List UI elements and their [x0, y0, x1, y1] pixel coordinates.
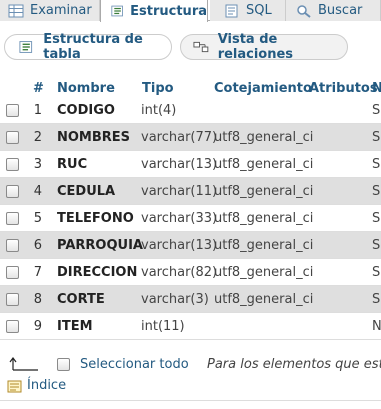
table-row[interactable]: 6 PARROQUIA varchar(13) utf8_general_ci …: [0, 232, 381, 259]
column-type: varchar(82): [141, 265, 218, 280]
tab-browse[interactable]: Examinar: [0, 0, 100, 21]
table-row[interactable]: 2 NOMBRES varchar(77) utf8_general_ci S: [0, 124, 381, 151]
column-null: S: [372, 184, 381, 199]
table-row[interactable]: 7 DIRECCION varchar(82) utf8_general_ci …: [0, 259, 381, 286]
row-number: 7: [33, 265, 42, 280]
tab-search-label: Buscar: [318, 3, 363, 18]
column-collation: utf8_general_ci: [214, 238, 314, 253]
column-collation: utf8_general_ci: [214, 292, 314, 307]
row-checkbox[interactable]: [6, 239, 19, 252]
column-type: varchar(13): [141, 238, 218, 253]
column-null: S: [372, 103, 381, 118]
column-name: CEDULA: [57, 184, 116, 199]
relations-icon: [193, 41, 209, 53]
row-checkbox[interactable]: [6, 104, 19, 117]
bulk-action-hint: Para los elementos que están: [207, 357, 381, 372]
row-checkbox[interactable]: [6, 293, 19, 306]
column-null: S: [372, 130, 381, 145]
index-icon: [7, 380, 22, 392]
column-type: varchar(77): [141, 130, 218, 145]
subtab-table-structure-label: Estructura de tabla: [43, 32, 143, 62]
column-collation: utf8_general_ci: [214, 184, 314, 199]
table-row[interactable]: 3 RUC varchar(13) utf8_general_ci S: [0, 151, 381, 178]
column-type: varchar(13): [141, 157, 218, 172]
tab-search[interactable]: Buscar: [286, 0, 381, 21]
column-name: RUC: [57, 157, 88, 172]
table-header-row: # Nombre Tipo Cotejamiento Atributos N: [0, 79, 381, 98]
column-name: CORTE: [57, 292, 105, 307]
column-type: int(4): [141, 103, 177, 118]
column-collation: utf8_general_ci: [214, 157, 314, 172]
index-button[interactable]: Índice: [7, 378, 66, 393]
row-checkbox[interactable]: [6, 212, 19, 225]
table-row[interactable]: 1 CODIGO int(4) S: [0, 97, 381, 124]
select-all-checkbox[interactable]: [57, 358, 70, 371]
column-header-number[interactable]: #: [33, 81, 44, 96]
table-row[interactable]: 4 CEDULA varchar(11) utf8_general_ci S: [0, 178, 381, 205]
column-header-attributes[interactable]: Atributos: [309, 81, 378, 96]
structure-icon: [19, 41, 33, 53]
column-type: int(11): [141, 319, 185, 334]
sql-icon: [225, 4, 238, 17]
tab-structure[interactable]: Estructura: [100, 0, 208, 22]
subtab-relation-view-label: Vista de relaciones: [217, 32, 294, 62]
row-checkbox[interactable]: [6, 158, 19, 171]
column-name: DIRECCION: [57, 265, 138, 280]
column-null: S: [372, 265, 381, 280]
subtab-relation-view[interactable]: Vista de relaciones: [180, 32, 348, 62]
column-type: varchar(33): [141, 211, 218, 226]
table-row[interactable]: 8 CORTE varchar(3) utf8_general_ci S: [0, 286, 381, 313]
table-row[interactable]: 5 TELEFONO varchar(33) utf8_general_ci S: [0, 205, 381, 232]
column-name: TELEFONO: [57, 211, 134, 226]
table-row[interactable]: 9 ITEM int(11) N: [0, 313, 381, 340]
tab-structure-label: Estructura: [130, 3, 207, 19]
row-checkbox[interactable]: [6, 320, 19, 333]
column-null: N: [372, 319, 381, 334]
row-number: 1: [33, 103, 42, 118]
divider: [0, 400, 381, 401]
main-tab-bar: Examinar Estructura SQL Buscar: [0, 0, 381, 22]
column-type: varchar(11): [141, 184, 218, 199]
row-number: 6: [33, 238, 42, 253]
column-name: ITEM: [57, 319, 93, 334]
select-all-label[interactable]: Seleccionar todo: [80, 357, 189, 372]
column-header-null[interactable]: N: [372, 81, 381, 96]
column-null: S: [372, 238, 381, 253]
tab-sql[interactable]: SQL: [210, 0, 286, 21]
row-checkbox[interactable]: [6, 185, 19, 198]
column-collation: utf8_general_ci: [214, 211, 314, 226]
column-null: S: [372, 211, 381, 226]
row-number: 2: [33, 130, 42, 145]
table-icon: [8, 4, 24, 17]
tab-browse-label: Examinar: [30, 3, 92, 18]
subtab-table-structure[interactable]: Estructura de tabla: [4, 32, 172, 62]
row-number: 5: [33, 211, 42, 226]
row-number: 3: [33, 157, 42, 172]
row-number: 8: [33, 292, 42, 307]
index-label: Índice: [27, 378, 67, 393]
column-name: CODIGO: [57, 103, 115, 118]
structure-icon: [111, 5, 123, 17]
select-arrow-icon: [9, 357, 38, 371]
column-null: S: [372, 292, 381, 307]
column-null: S: [372, 157, 381, 172]
row-number: 9: [33, 319, 42, 334]
column-header-collation[interactable]: Cotejamiento: [214, 81, 312, 96]
row-number: 4: [33, 184, 42, 199]
column-name: PARROQUIA: [57, 238, 143, 253]
column-name: NOMBRES: [57, 130, 131, 145]
search-icon: [297, 4, 311, 18]
column-type: varchar(3): [141, 292, 209, 307]
column-collation: utf8_general_ci: [214, 265, 314, 280]
tab-sql-label: SQL: [246, 3, 272, 18]
column-collation: utf8_general_ci: [214, 130, 314, 145]
column-header-type[interactable]: Tipo: [142, 81, 174, 96]
row-checkbox[interactable]: [6, 266, 19, 279]
column-header-name[interactable]: Nombre: [57, 81, 115, 96]
row-checkbox[interactable]: [6, 131, 19, 144]
